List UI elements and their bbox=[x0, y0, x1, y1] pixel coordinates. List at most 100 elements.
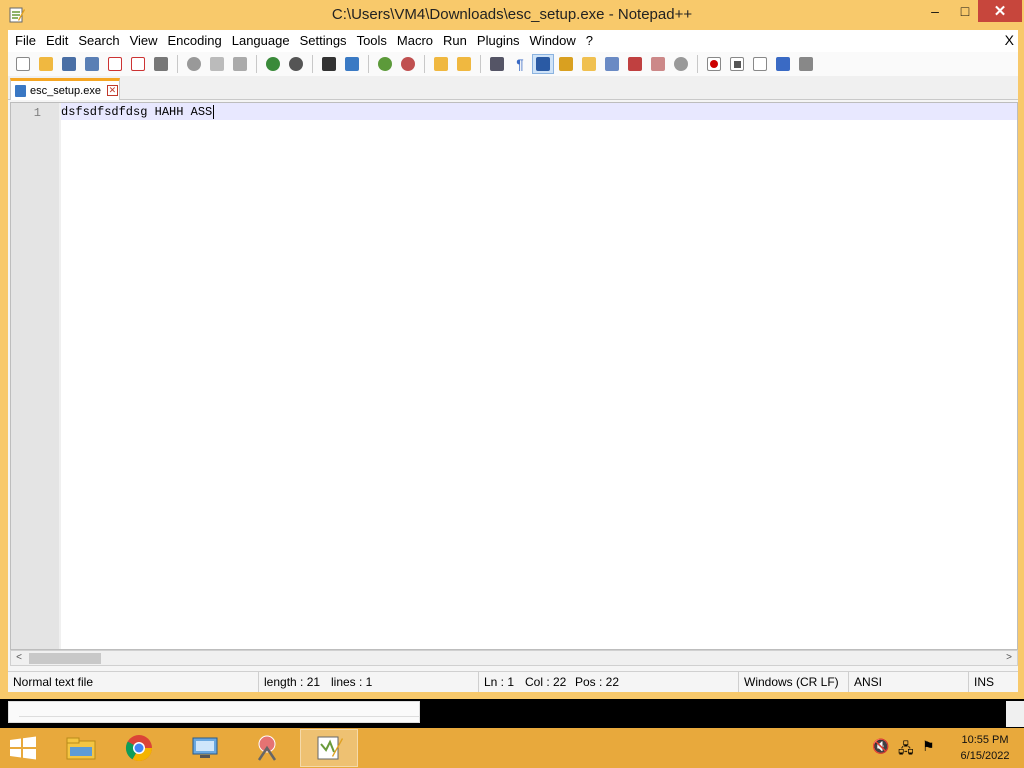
file-explorer-icon bbox=[66, 737, 96, 760]
toolbar-separator bbox=[312, 55, 313, 73]
save-all-icon[interactable] bbox=[81, 54, 103, 74]
chrome-icon bbox=[125, 735, 153, 762]
code-text: dsfsdfsdfdsg HAHH ASS bbox=[61, 105, 213, 120]
flag-icon[interactable]: ⚑ bbox=[922, 738, 935, 755]
fold-margin bbox=[59, 103, 61, 649]
menu-tools[interactable]: Tools bbox=[352, 30, 392, 52]
toolbar-separator bbox=[368, 55, 369, 73]
stop-record-icon[interactable] bbox=[726, 54, 748, 74]
snipping-tool-icon bbox=[257, 735, 277, 761]
menu-language[interactable]: Language bbox=[227, 30, 295, 52]
menu-file[interactable]: File bbox=[10, 30, 41, 52]
menu-search[interactable]: Search bbox=[73, 30, 124, 52]
tab-close-icon[interactable]: ✕ bbox=[106, 85, 118, 96]
paste-icon[interactable] bbox=[229, 54, 251, 74]
save-icon bbox=[15, 84, 26, 97]
menu-edit[interactable]: Edit bbox=[41, 30, 73, 52]
sync-vertical-icon[interactable] bbox=[430, 54, 452, 74]
scroll-right-icon[interactable]: > bbox=[1001, 651, 1017, 665]
maximize-button[interactable]: □ bbox=[952, 0, 978, 22]
save-macro-icon[interactable] bbox=[795, 54, 817, 74]
taskbar-chrome[interactable] bbox=[110, 729, 168, 767]
folder-workspace-icon[interactable] bbox=[624, 54, 646, 74]
taskbar-remote-desktop[interactable] bbox=[176, 729, 234, 767]
sync-horizontal-icon[interactable] bbox=[453, 54, 475, 74]
close-all-icon[interactable] bbox=[127, 54, 149, 74]
volume-muted-icon[interactable]: 🔇 bbox=[872, 738, 889, 755]
menu-settings[interactable]: Settings bbox=[295, 30, 352, 52]
redo-icon[interactable] bbox=[285, 54, 307, 74]
status-file-type: Normal text file bbox=[13, 675, 94, 689]
system-clock[interactable]: 10:55 PM 6/15/2022 bbox=[950, 732, 1020, 764]
status-lines: lines : 1 bbox=[331, 675, 373, 689]
client-area: File Edit Search View Encoding Language … bbox=[8, 30, 1018, 692]
close-icon[interactable] bbox=[104, 54, 126, 74]
menu-plugins[interactable]: Plugins bbox=[472, 30, 525, 52]
status-col: Col : 22 bbox=[525, 675, 567, 689]
doc-map-icon[interactable] bbox=[578, 54, 600, 74]
replace-icon[interactable] bbox=[341, 54, 363, 74]
horizontal-scrollbar[interactable]: < > bbox=[10, 650, 1018, 666]
toolbar-separator bbox=[697, 55, 698, 73]
status-pos: Pos : 22 bbox=[575, 675, 620, 689]
tab-label: esc_setup.exe bbox=[30, 84, 101, 97]
menu-help[interactable]: ? bbox=[581, 30, 598, 52]
ghost-panel bbox=[8, 701, 420, 723]
notepadpp-icon bbox=[317, 736, 343, 760]
toolbar-separator bbox=[256, 55, 257, 73]
new-file-icon[interactable] bbox=[12, 54, 34, 74]
status-mode: INS bbox=[968, 672, 1014, 692]
taskbar: 🔇 🖧 ⚑ 10:55 PM 6/15/2022 bbox=[0, 728, 1024, 768]
word-wrap-icon[interactable] bbox=[486, 54, 508, 74]
menu-view[interactable]: View bbox=[125, 30, 163, 52]
minimize-button[interactable]: – bbox=[918, 0, 952, 22]
menu-encoding[interactable]: Encoding bbox=[163, 30, 227, 52]
toolbar-separator bbox=[424, 55, 425, 73]
show-all-chars-icon[interactable]: ¶ bbox=[509, 54, 531, 74]
status-bar: Normal text file length : 21 lines : 1 L… bbox=[8, 671, 1018, 692]
title-bar[interactable]: C:\Users\VM4\Downloads\esc_setup.exe - N… bbox=[0, 0, 1024, 30]
taskbar-snipping-tool[interactable] bbox=[238, 729, 296, 767]
menu-window[interactable]: Window bbox=[525, 30, 581, 52]
copy-icon[interactable] bbox=[206, 54, 228, 74]
taskbar-file-explorer[interactable] bbox=[52, 729, 110, 767]
scroll-left-icon[interactable]: < bbox=[11, 651, 27, 665]
toolbar: ¶ bbox=[8, 52, 1018, 76]
indent-guide-icon[interactable] bbox=[532, 54, 554, 74]
clock-date: 6/15/2022 bbox=[960, 750, 1010, 762]
menu-macro[interactable]: Macro bbox=[392, 30, 438, 52]
monitoring-icon[interactable] bbox=[647, 54, 669, 74]
eye-icon[interactable] bbox=[670, 54, 692, 74]
toolbar-separator bbox=[480, 55, 481, 73]
zoom-in-icon[interactable] bbox=[374, 54, 396, 74]
record-macro-icon[interactable] bbox=[703, 54, 725, 74]
close-button[interactable]: ✕ bbox=[978, 0, 1022, 22]
tab-esc-setup[interactable]: esc_setup.exe ✕ bbox=[10, 78, 120, 100]
clock-time: 10:55 PM bbox=[961, 734, 1009, 746]
user-language-icon[interactable] bbox=[555, 54, 577, 74]
windows-start-icon[interactable] bbox=[8, 736, 38, 760]
cut-icon[interactable] bbox=[183, 54, 205, 74]
close-document-button[interactable]: X bbox=[1005, 32, 1014, 48]
toolbar-separator bbox=[177, 55, 178, 73]
playback-macro-icon[interactable] bbox=[749, 54, 771, 74]
taskbar-notepadpp[interactable] bbox=[300, 729, 358, 767]
open-file-icon[interactable] bbox=[35, 54, 57, 74]
function-list-icon[interactable] bbox=[601, 54, 623, 74]
window-title: C:\Users\VM4\Downloads\esc_setup.exe - N… bbox=[331, 6, 693, 23]
menu-run[interactable]: Run bbox=[438, 30, 472, 52]
scroll-thumb[interactable] bbox=[29, 653, 101, 664]
remote-desktop-icon bbox=[192, 737, 218, 758]
notepadpp-window: C:\Users\VM4\Downloads\esc_setup.exe - N… bbox=[0, 0, 1024, 728]
save-icon[interactable] bbox=[58, 54, 80, 74]
find-icon[interactable] bbox=[318, 54, 340, 74]
editor-area[interactable]: 1 dsfsdfsdfdsg HAHH ASS bbox=[10, 102, 1018, 650]
code-line[interactable]: dsfsdfsdfdsg HAHH ASS bbox=[61, 105, 215, 120]
print-icon[interactable] bbox=[150, 54, 172, 74]
network-icon[interactable]: 🖧 bbox=[898, 738, 914, 762]
status-encoding: ANSI bbox=[848, 672, 968, 692]
zoom-out-icon[interactable] bbox=[397, 54, 419, 74]
ghost-panel-line bbox=[19, 716, 419, 717]
run-macro-multiple-icon[interactable] bbox=[772, 54, 794, 74]
undo-icon[interactable] bbox=[262, 54, 284, 74]
